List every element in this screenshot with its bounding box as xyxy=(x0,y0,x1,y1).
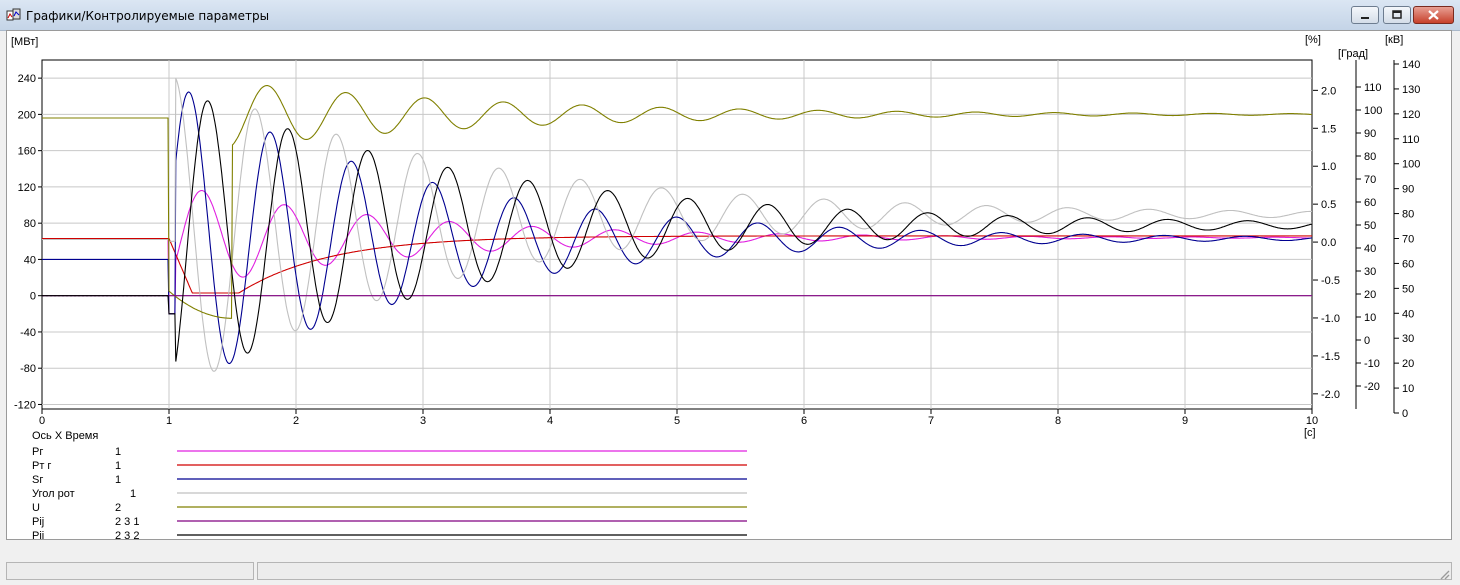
y-right-kv-tick-label: 110 xyxy=(1402,134,1420,146)
app-window: Графики/Контролируемые параметры 0123456… xyxy=(0,0,1460,585)
y-left-unit: [МВт] xyxy=(11,36,38,48)
y-right-kv-tick-label: 80 xyxy=(1402,209,1414,221)
title-bar[interactable]: Графики/Контролируемые параметры xyxy=(0,0,1460,31)
y-right-degree-tick-label: 100 xyxy=(1364,105,1382,117)
legend-item-num: 1 xyxy=(130,488,136,500)
y-right-degree-tick-label: -20 xyxy=(1364,381,1380,393)
y-right-percent-tick-label: -1.0 xyxy=(1321,313,1340,325)
y-right-percent-tick-label: -2.0 xyxy=(1321,389,1340,401)
y-right-kv-tick-label: 70 xyxy=(1402,234,1414,246)
x-tick-label: 5 xyxy=(674,415,680,427)
x-tick-label: 8 xyxy=(1055,415,1061,427)
y-right-degree-tick-label: 10 xyxy=(1364,312,1376,324)
maximize-icon xyxy=(1392,10,1402,19)
y-left-tick-label: -40 xyxy=(20,327,36,339)
y-right-kv-tick-label: 20 xyxy=(1402,358,1414,370)
x-tick-label: 9 xyxy=(1182,415,1188,427)
maximize-button[interactable] xyxy=(1383,6,1411,24)
y-left-tick-label: 120 xyxy=(18,182,36,194)
y-right-percent-tick-label: 0.0 xyxy=(1321,237,1336,249)
y-right-kv-tick-label: 40 xyxy=(1402,308,1414,320)
legend-item-num: 2 xyxy=(115,502,121,514)
y-right-degree-tick-label: -10 xyxy=(1364,358,1380,370)
y-right-kv-tick-label: 120 xyxy=(1402,109,1420,121)
y-left-tick-label: 160 xyxy=(18,146,36,158)
x-tick-label: 10 xyxy=(1306,415,1318,427)
y-right-degree-tick-label: 20 xyxy=(1364,289,1376,301)
legend-header: Ось X Время xyxy=(32,430,98,442)
legend-item-name: U xyxy=(32,502,40,514)
legend-item-name: Sг xyxy=(32,474,43,486)
y-right-kv-tick-label: 50 xyxy=(1402,283,1414,295)
y-left-tick-label: -120 xyxy=(14,399,36,411)
x-tick-label: 2 xyxy=(293,415,299,427)
minimize-button[interactable] xyxy=(1351,6,1379,24)
y-left-tick-label: 80 xyxy=(24,218,36,230)
y-left-tick-label: 240 xyxy=(18,73,36,85)
y-right-kv-tick-label: 0 xyxy=(1402,408,1408,420)
y-right-degree-tick-label: 70 xyxy=(1364,174,1376,186)
y-right-degree-tick-label: 110 xyxy=(1364,82,1382,94)
y-right-degree-tick-label: 60 xyxy=(1364,197,1376,209)
close-icon xyxy=(1428,10,1439,20)
x-tick-label: 1 xyxy=(166,415,172,427)
y-right-degree-tick-label: 0 xyxy=(1364,335,1370,347)
y-right-percent-tick-label: -1.5 xyxy=(1321,351,1340,363)
close-button[interactable] xyxy=(1413,6,1454,24)
y-right-percent-tick-label: 0.5 xyxy=(1321,199,1336,211)
graph-panel: 0 1 2 3 4 5 6 7 8 9 10 [c] 240 200 160 120 80 40 0 -40 -80 -1… xyxy=(6,30,1452,540)
y-right-degree-tick-label: 90 xyxy=(1364,128,1376,140)
legend-item-name: Pт г xyxy=(32,460,51,472)
y-right-kv-tick-label: 60 xyxy=(1402,258,1414,270)
x-tick-label: 0 xyxy=(39,415,45,427)
y-left-tick-label: -80 xyxy=(20,363,36,375)
y-right-percent-tick-label: 1.5 xyxy=(1321,123,1336,135)
y-right-kv-tick-label: 10 xyxy=(1402,383,1414,395)
y-right-degree-tick-label: 30 xyxy=(1364,266,1376,278)
x-tick-label: 6 xyxy=(801,415,807,427)
x-tick-label: 7 xyxy=(928,415,934,427)
status-pane-right xyxy=(257,562,1452,580)
legend-item-num: 1 xyxy=(115,446,121,458)
x-tick-label: 3 xyxy=(420,415,426,427)
y-right-percent-tick-label: 2.0 xyxy=(1321,85,1336,97)
y-right-kv-tick-label: 30 xyxy=(1402,333,1414,345)
y-right-kv-tick-label: 130 xyxy=(1402,84,1420,96)
legend-item-name: Pij xyxy=(32,530,44,539)
y-right-kv-tick-label: 140 xyxy=(1402,59,1420,71)
y-right-kv-tick-label: 90 xyxy=(1402,184,1414,196)
y-left-tick-label: 0 xyxy=(30,291,36,303)
y-right-kv-unit: [кВ] xyxy=(1385,34,1403,46)
x-tick-label: 4 xyxy=(547,415,553,427)
app-icon xyxy=(6,8,21,21)
x-axis-unit: [c] xyxy=(1304,427,1316,439)
y-right-degree-tick-label: 50 xyxy=(1364,220,1376,232)
y-right-percent-tick-label: -0.5 xyxy=(1321,275,1340,287)
chart: 0 1 2 3 4 5 6 7 8 9 10[c]24020016012080400-40-80-1… xyxy=(11,34,1420,539)
legend-item-name: Pij xyxy=(32,516,44,528)
status-pane-left xyxy=(6,562,254,580)
status-bar xyxy=(6,562,1452,582)
resize-grip-icon[interactable] xyxy=(1438,568,1450,580)
legend-item-num: 1 xyxy=(115,460,121,472)
y-right-degree-tick-label: 40 xyxy=(1364,243,1376,255)
legend-item-num: 1 xyxy=(115,474,121,486)
y-right-percent-tick-label: 1.0 xyxy=(1321,161,1336,173)
y-right-degree-unit: [Град] xyxy=(1338,48,1368,60)
legend-item-num: 2 3 1 xyxy=(115,516,139,528)
window-title: Графики/Контролируемые параметры xyxy=(26,9,270,23)
y-right-percent-unit: [%] xyxy=(1305,34,1321,46)
minimize-icon xyxy=(1361,17,1369,19)
legend-item-num: 2 3 2 xyxy=(115,530,139,539)
y-right-degree-tick-label: 80 xyxy=(1364,151,1376,163)
legend-item-name: Pг xyxy=(32,446,43,458)
y-left-tick-label: 40 xyxy=(24,254,36,266)
y-right-kv-tick-label: 100 xyxy=(1402,159,1420,171)
y-left-tick-label: 200 xyxy=(18,109,36,121)
legend-item-name: Угол рот xyxy=(32,488,75,500)
